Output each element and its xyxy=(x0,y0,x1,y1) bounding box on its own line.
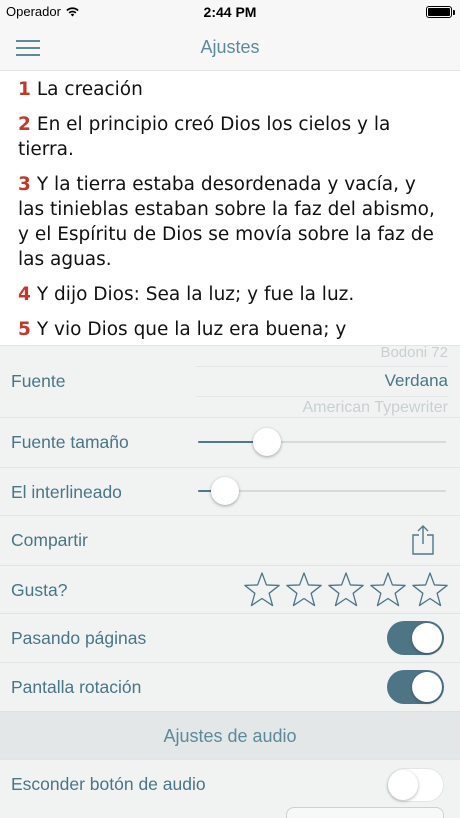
verse: 2 En el principio creó Dios los cielos y … xyxy=(18,112,442,162)
hide-audio-button-toggle[interactable] xyxy=(387,768,444,802)
audio-section-title: Ajustes de audio xyxy=(163,726,297,746)
verse: 4Y dijo Dios: Sea la luz; y fue la luz. xyxy=(18,282,442,307)
verse-text: Y la tierra estaba desordenada y vacía, … xyxy=(18,174,435,270)
verse: 5Y vio Dios que la luz era buena; y xyxy=(18,317,442,342)
font-label: Fuente xyxy=(11,371,66,391)
font-size-row: Fuente tamaño xyxy=(0,417,460,467)
status-bar: Operador 2:44 PM xyxy=(0,0,460,24)
star-outline-icon[interactable] xyxy=(368,570,408,610)
verse-number: 4 xyxy=(18,284,31,305)
star-outline-icon[interactable] xyxy=(284,570,324,610)
audio-section-header: Ajustes de audio xyxy=(0,711,460,759)
page-turning-label: Pasando páginas xyxy=(11,628,147,648)
font-size-label: Fuente tamaño xyxy=(11,432,129,452)
verse-text: Y vio Dios que la luz era buena; y xyxy=(36,319,347,340)
screen-rotation-row: Pantalla rotación xyxy=(0,662,460,711)
verse-text: Y dijo Dios: Sea la luz; y fue la luz. xyxy=(36,284,355,305)
rating-row: Gusta? xyxy=(0,565,460,613)
partial-button[interactable] xyxy=(286,807,444,818)
font-picker[interactable]: Bodoni 72 Verdana American Typewriter xyxy=(196,344,448,418)
star-outline-icon[interactable] xyxy=(326,570,366,610)
share-row[interactable]: Compartir xyxy=(0,515,460,565)
font-option[interactable]: Bodoni 72 xyxy=(380,344,448,361)
star-outline-icon[interactable] xyxy=(242,570,282,610)
star-rating[interactable] xyxy=(242,570,450,610)
verse-text: En el principio creó Dios los cielos y l… xyxy=(18,114,391,160)
slider-knob[interactable] xyxy=(253,428,281,456)
slider-knob[interactable] xyxy=(211,477,239,505)
font-option-selected[interactable]: Verdana xyxy=(385,371,448,391)
line-spacing-row: El interlineado xyxy=(0,467,460,515)
bible-text-preview: 1 La creación 2 En el principio creó Dios … xyxy=(0,71,460,345)
navigation-bar: Ajustes xyxy=(0,24,460,71)
verse-text: La creación xyxy=(36,79,143,100)
share-label: Compartir xyxy=(11,530,88,550)
battery-icon xyxy=(426,6,455,18)
font-row: Fuente Bodoni 72 Verdana American Typewr… xyxy=(0,344,460,418)
verse-number: 3 xyxy=(18,174,31,195)
verse-number: 1 xyxy=(18,79,31,100)
verse: 1 La creación xyxy=(18,77,442,102)
line-spacing-slider[interactable] xyxy=(198,476,446,506)
status-time: 2:44 PM xyxy=(203,4,257,20)
screen-rotation-label: Pantalla rotación xyxy=(11,677,142,697)
font-size-slider[interactable] xyxy=(198,427,446,457)
page-turning-toggle[interactable] xyxy=(387,621,444,655)
font-option[interactable]: American Typewriter xyxy=(302,399,448,417)
rating-label: Gusta? xyxy=(11,580,68,600)
share-icon[interactable] xyxy=(410,524,436,556)
page-title: Ajustes xyxy=(200,37,260,57)
verse-number: 2 xyxy=(18,114,31,135)
screen-rotation-toggle[interactable] xyxy=(387,670,444,704)
verse: 3Y la tierra estaba desordenada y vacía,… xyxy=(18,172,442,272)
hide-audio-button-label: Esconder botón de audio xyxy=(11,774,206,794)
verse-number: 5 xyxy=(18,319,31,340)
line-spacing-label: El interlineado xyxy=(11,482,122,502)
page-turning-row: Pasando páginas xyxy=(0,613,460,662)
star-outline-icon[interactable] xyxy=(410,570,450,610)
